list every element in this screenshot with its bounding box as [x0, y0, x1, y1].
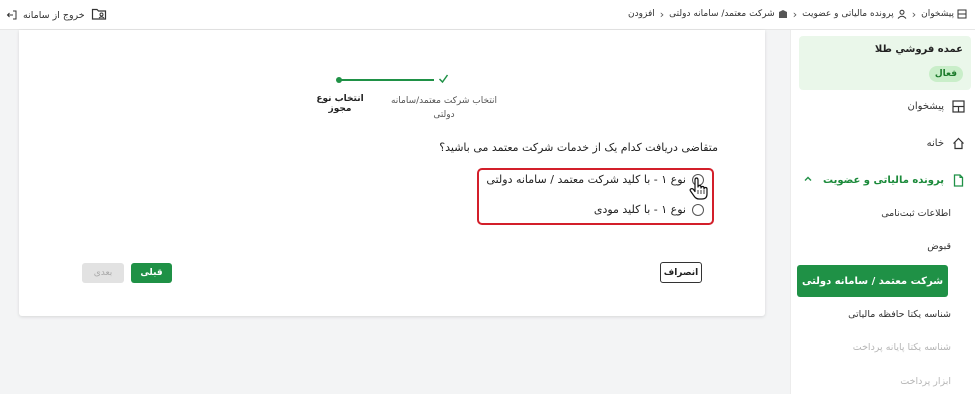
sidebar-item-dashboard[interactable]: پیشخوان: [908, 100, 965, 113]
file-icon: [953, 174, 964, 187]
radio-button[interactable]: [692, 203, 704, 216]
breadcrumb-dashboard[interactable]: پیشخوان: [921, 9, 967, 19]
cancel-button[interactable]: انصراف: [660, 262, 702, 283]
status-badge: فعال: [928, 66, 963, 82]
exit-label: خروج از سامانه: [23, 9, 85, 21]
sidebar-subitem-trusted-company[interactable]: شرکت معتمد / سامانه دولتی: [797, 265, 948, 297]
stepper-label-license-type: انتخاب نوع مجوز: [316, 94, 364, 114]
top-bar: خروج از سامانه پیشخوان ‹ پرونده مالیاتی …: [0, 0, 975, 30]
chevron-up-icon[interactable]: [803, 174, 813, 184]
stepper-label-trusted-company: انتخاب شرکت معتمد/سامانه دولتی: [390, 96, 498, 120]
logout-icon: [6, 10, 17, 20]
option-label: نوع ۱ - با کلید مودی: [593, 203, 686, 216]
home-icon: [953, 137, 964, 150]
sidebar: عمده فروشي طلا فعال پیشخوان خانه پرونده …: [790, 30, 975, 394]
stepper-line: [340, 79, 434, 81]
sidebar-subitem-payment-tools: ابزار پرداخت: [900, 376, 951, 387]
stepper-current-dot: [336, 77, 342, 83]
main-card: انتخاب نوع مجوز انتخاب شرکت معتمد/سامانه…: [19, 30, 765, 316]
breadcrumb-add: افزودن: [628, 9, 655, 19]
dashboard-icon: [952, 100, 965, 113]
option-taxpayer-key[interactable]: نوع ۱ - با کلید مودی: [594, 203, 704, 216]
breadcrumb-tax-file[interactable]: پرونده مالیاتی و عضویت: [802, 9, 907, 19]
exit-button[interactable]: خروج از سامانه: [6, 8, 85, 22]
check-icon: [438, 74, 449, 84]
breadcrumb: پیشخوان ‹ پرونده مالیاتی و عضویت ‹ شرکت …: [628, 7, 967, 21]
sidebar-item-tax-file[interactable]: پرونده مالیاتی و عضویت: [823, 174, 965, 187]
previous-button[interactable]: قبلی: [131, 263, 172, 283]
chevron-left-icon: ‹: [792, 7, 798, 21]
breadcrumb-trusted-company[interactable]: شرکت معتمد/ سامانه دولتی: [669, 9, 788, 19]
option-label: نوع ۱ - با کلید شرکت معتمد / سامانه دولت…: [486, 173, 686, 186]
building-icon: [778, 10, 787, 18]
sidebar-subitem-fiscal-memory-id[interactable]: شناسه یکتا حافظه مالیاتی: [848, 309, 951, 320]
folder-user-icon[interactable]: [91, 6, 107, 22]
user-icon: [897, 9, 907, 19]
company-name: عمده فروشي طلا: [874, 44, 963, 55]
chevron-left-icon: ‹: [659, 7, 665, 21]
sidebar-subitem-bills[interactable]: قبوض: [927, 241, 951, 252]
company-card[interactable]: عمده فروشي طلا فعال: [799, 36, 971, 90]
question-text: متقاضی دریافت کدام یک از خدمات شرکت معتم…: [439, 141, 718, 154]
sidebar-item-home[interactable]: خانه: [927, 137, 965, 150]
sidebar-subitem-registration-info[interactable]: اطلاعات ثبت‌نامی: [881, 208, 951, 219]
option-trusted-company-key[interactable]: نوع ۱ - با کلید شرکت معتمد / سامانه دولت…: [486, 173, 704, 186]
options-group: نوع ۱ - با کلید شرکت معتمد / سامانه دولت…: [477, 168, 714, 225]
chevron-left-icon: ‹: [911, 7, 917, 21]
sidebar-subitem-payment-terminal-id: شناسه یکتا پایانه پرداخت: [852, 342, 951, 353]
dashboard-icon: [957, 9, 967, 19]
next-button: بعدی: [82, 263, 124, 283]
hand-cursor-icon: [689, 177, 708, 200]
